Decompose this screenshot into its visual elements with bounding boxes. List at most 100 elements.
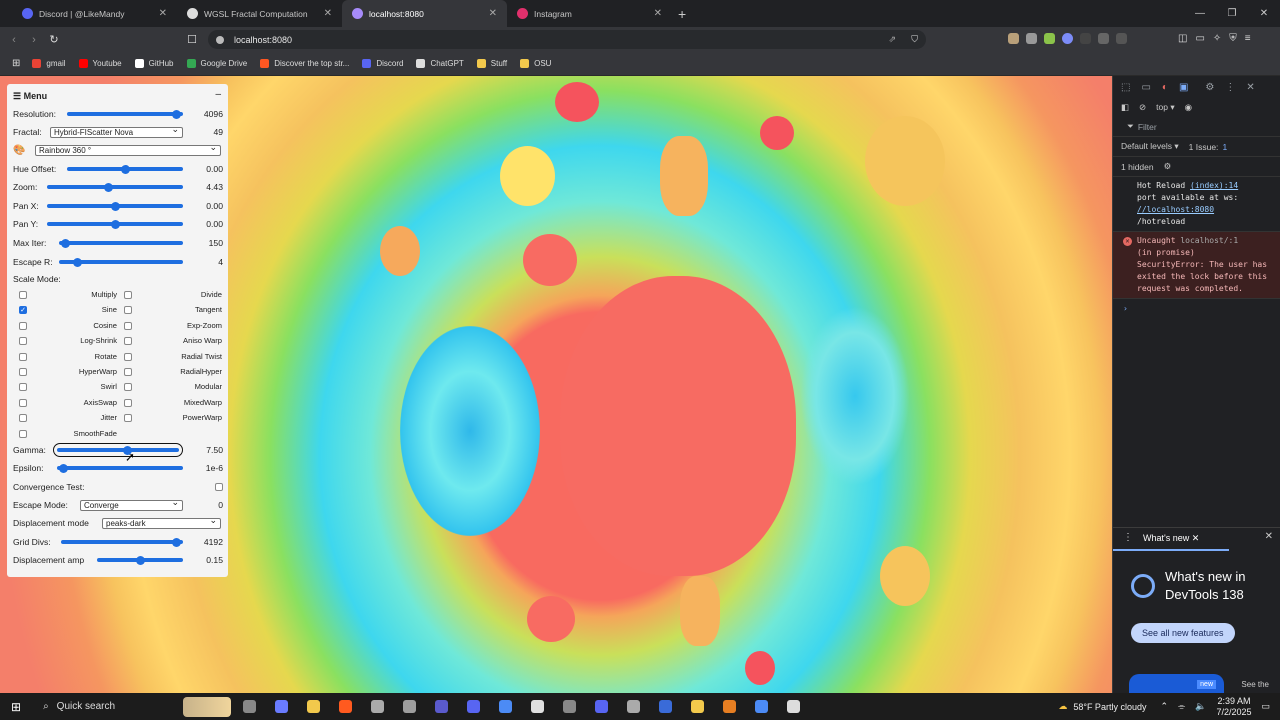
weather-label[interactable]: 58°F Partly cloudy (1073, 702, 1146, 712)
bookmark-item[interactable]: Discover the top str... (260, 59, 349, 68)
scale-checkbox[interactable] (124, 414, 132, 423)
palette-select[interactable]: Rainbow 360 ° (35, 143, 221, 156)
ws-link[interactable]: //localhost:8080 (1137, 205, 1214, 214)
maximize-icon[interactable]: ❐ (1216, 0, 1248, 27)
panx-slider[interactable] (47, 201, 183, 211)
pany-slider[interactable] (47, 219, 183, 229)
tab-close-icon[interactable]: ✕ (159, 8, 167, 19)
source-link[interactable]: (index):14 (1190, 181, 1238, 190)
browser-tab[interactable]: WGSL Fractal Computation ✕ (177, 0, 342, 27)
taskbar-app-icon[interactable] (627, 700, 641, 713)
error-source-link[interactable]: localhost/:1 (1180, 236, 1238, 245)
fractal-select[interactable]: Hybrid-FIScatter Nova (50, 125, 183, 138)
bookmark-icon[interactable]: ☐ (182, 33, 202, 46)
network-icon[interactable]: ⌯ (1178, 701, 1185, 712)
scale-checkbox[interactable] (19, 429, 27, 438)
media-icon[interactable] (1116, 33, 1127, 44)
notification-icon[interactable]: ▭ (1261, 701, 1270, 712)
taskbar-app-icon[interactable] (595, 700, 609, 713)
reload-icon[interactable]: ↻ (44, 33, 64, 46)
volume-icon[interactable]: 🔈 (1195, 701, 1206, 712)
bookmark-item[interactable]: GitHub (134, 59, 174, 68)
extension-icon[interactable] (1080, 33, 1091, 44)
sidebar-toggle-icon[interactable]: ◧ (1121, 102, 1129, 113)
scale-checkbox[interactable] (19, 291, 27, 299)
extension-icon[interactable] (1062, 33, 1073, 44)
drawer-menu-icon[interactable]: ⋮ (1123, 532, 1133, 543)
slider-thumb[interactable] (72, 257, 82, 267)
slider-thumb[interactable] (110, 201, 120, 211)
console-icon[interactable]: ▣ (1179, 82, 1188, 93)
scale-checkbox[interactable] (19, 368, 27, 376)
slider-thumb[interactable] (120, 164, 130, 174)
escaper-slider[interactable] (59, 257, 183, 267)
taskbar-app-icon[interactable] (499, 700, 513, 713)
taskbar-app-icon[interactable] (723, 700, 737, 713)
new-tab-button[interactable]: + (678, 6, 686, 22)
grid-divs-slider[interactable] (61, 537, 183, 547)
scale-checkbox[interactable] (124, 306, 132, 315)
taskbar-app-icon[interactable] (531, 700, 545, 713)
bookmark-item[interactable]: Google Drive (186, 59, 247, 68)
vpn-icon[interactable]: ⛨ (1229, 33, 1237, 44)
scale-checkbox[interactable] (19, 383, 27, 392)
taskbar-app-icon[interactable] (467, 700, 481, 713)
epsilon-slider[interactable] (57, 463, 183, 473)
wallet-icon[interactable]: ▭ (1195, 33, 1204, 44)
taskbar-app-icon[interactable] (691, 700, 705, 713)
see-the-link[interactable]: See the (1241, 680, 1269, 689)
gamma-slider[interactable] (57, 445, 179, 455)
taskbar-app-icon[interactable] (755, 700, 769, 713)
taskbar-app-icon[interactable] (275, 700, 289, 713)
clear-console-icon[interactable]: ⊘ (1139, 102, 1146, 113)
share-icon[interactable]: ⇗ (888, 34, 896, 45)
slider-thumb[interactable] (171, 109, 181, 119)
bookmark-item[interactable]: Discord (362, 59, 403, 68)
bookmark-item[interactable]: Youtube (78, 59, 122, 68)
windows-start-icon[interactable]: ⊞ (11, 700, 21, 714)
displacement-mode-select[interactable]: peaks-dark (102, 516, 221, 529)
taskbar-search[interactable]: ⌕ Quick search (43, 693, 233, 720)
escape-mode-select[interactable]: Converge (80, 498, 183, 511)
close-devtools-icon[interactable]: ✕ (1246, 82, 1254, 93)
tab-close-icon[interactable]: ✕ (324, 8, 332, 19)
tray-chevron-icon[interactable]: ⌃ (1160, 701, 1168, 712)
issues-icon[interactable]: ◐ (1162, 82, 1168, 93)
hue-slider[interactable] (67, 164, 183, 174)
taskbar-app-icon[interactable] (371, 700, 385, 713)
slider-thumb[interactable] (61, 238, 71, 248)
taskbar-app-icon[interactable] (403, 700, 417, 713)
context-select[interactable]: top ▾ (1156, 102, 1174, 113)
settings-icon[interactable]: ⚙ (1205, 82, 1214, 93)
shield-icon[interactable]: ⛉ (911, 34, 918, 45)
leo-icon[interactable]: ✧ (1213, 33, 1221, 44)
browser-tab[interactable]: Discord | @LikeMandy ✕ (12, 0, 177, 27)
filter-input[interactable]: Filter (1138, 122, 1157, 132)
bookmark-item[interactable]: gmail (32, 59, 66, 68)
maxiter-slider[interactable] (59, 238, 183, 248)
scale-checkbox[interactable] (124, 321, 132, 330)
scale-checkbox[interactable] (19, 337, 27, 346)
taskbar-app-icon[interactable] (435, 700, 449, 713)
slider-thumb[interactable] (171, 537, 181, 547)
forward-icon[interactable]: › (24, 34, 44, 46)
slider-thumb[interactable] (104, 182, 114, 192)
inspect-icon[interactable]: ⬚ (1121, 82, 1130, 93)
bookmark-item[interactable]: OSU (520, 59, 551, 68)
extension-icon[interactable] (1044, 33, 1055, 44)
extension-icon[interactable] (1008, 33, 1019, 44)
menu-minimize-button[interactable]: – (215, 89, 221, 100)
scale-checkbox[interactable] (124, 368, 132, 376)
scale-checkbox[interactable] (19, 352, 27, 361)
bookmark-item[interactable]: Stuff (476, 59, 507, 68)
scale-checkbox[interactable] (124, 291, 132, 299)
more-icon[interactable]: ⋮ (1225, 82, 1235, 93)
see-all-features-button[interactable]: See all new features (1131, 623, 1235, 643)
extension-icon[interactable] (1026, 33, 1037, 44)
close-drawer-icon[interactable]: ✕ (1265, 531, 1273, 542)
slider-thumb[interactable] (110, 219, 120, 229)
taskbar-app-icon[interactable] (243, 700, 257, 713)
sidebar-icon[interactable]: ◫ (1178, 33, 1187, 44)
browser-tab[interactable]: localhost:8080 ✕ (342, 0, 507, 27)
scale-checkbox[interactable] (124, 352, 132, 361)
